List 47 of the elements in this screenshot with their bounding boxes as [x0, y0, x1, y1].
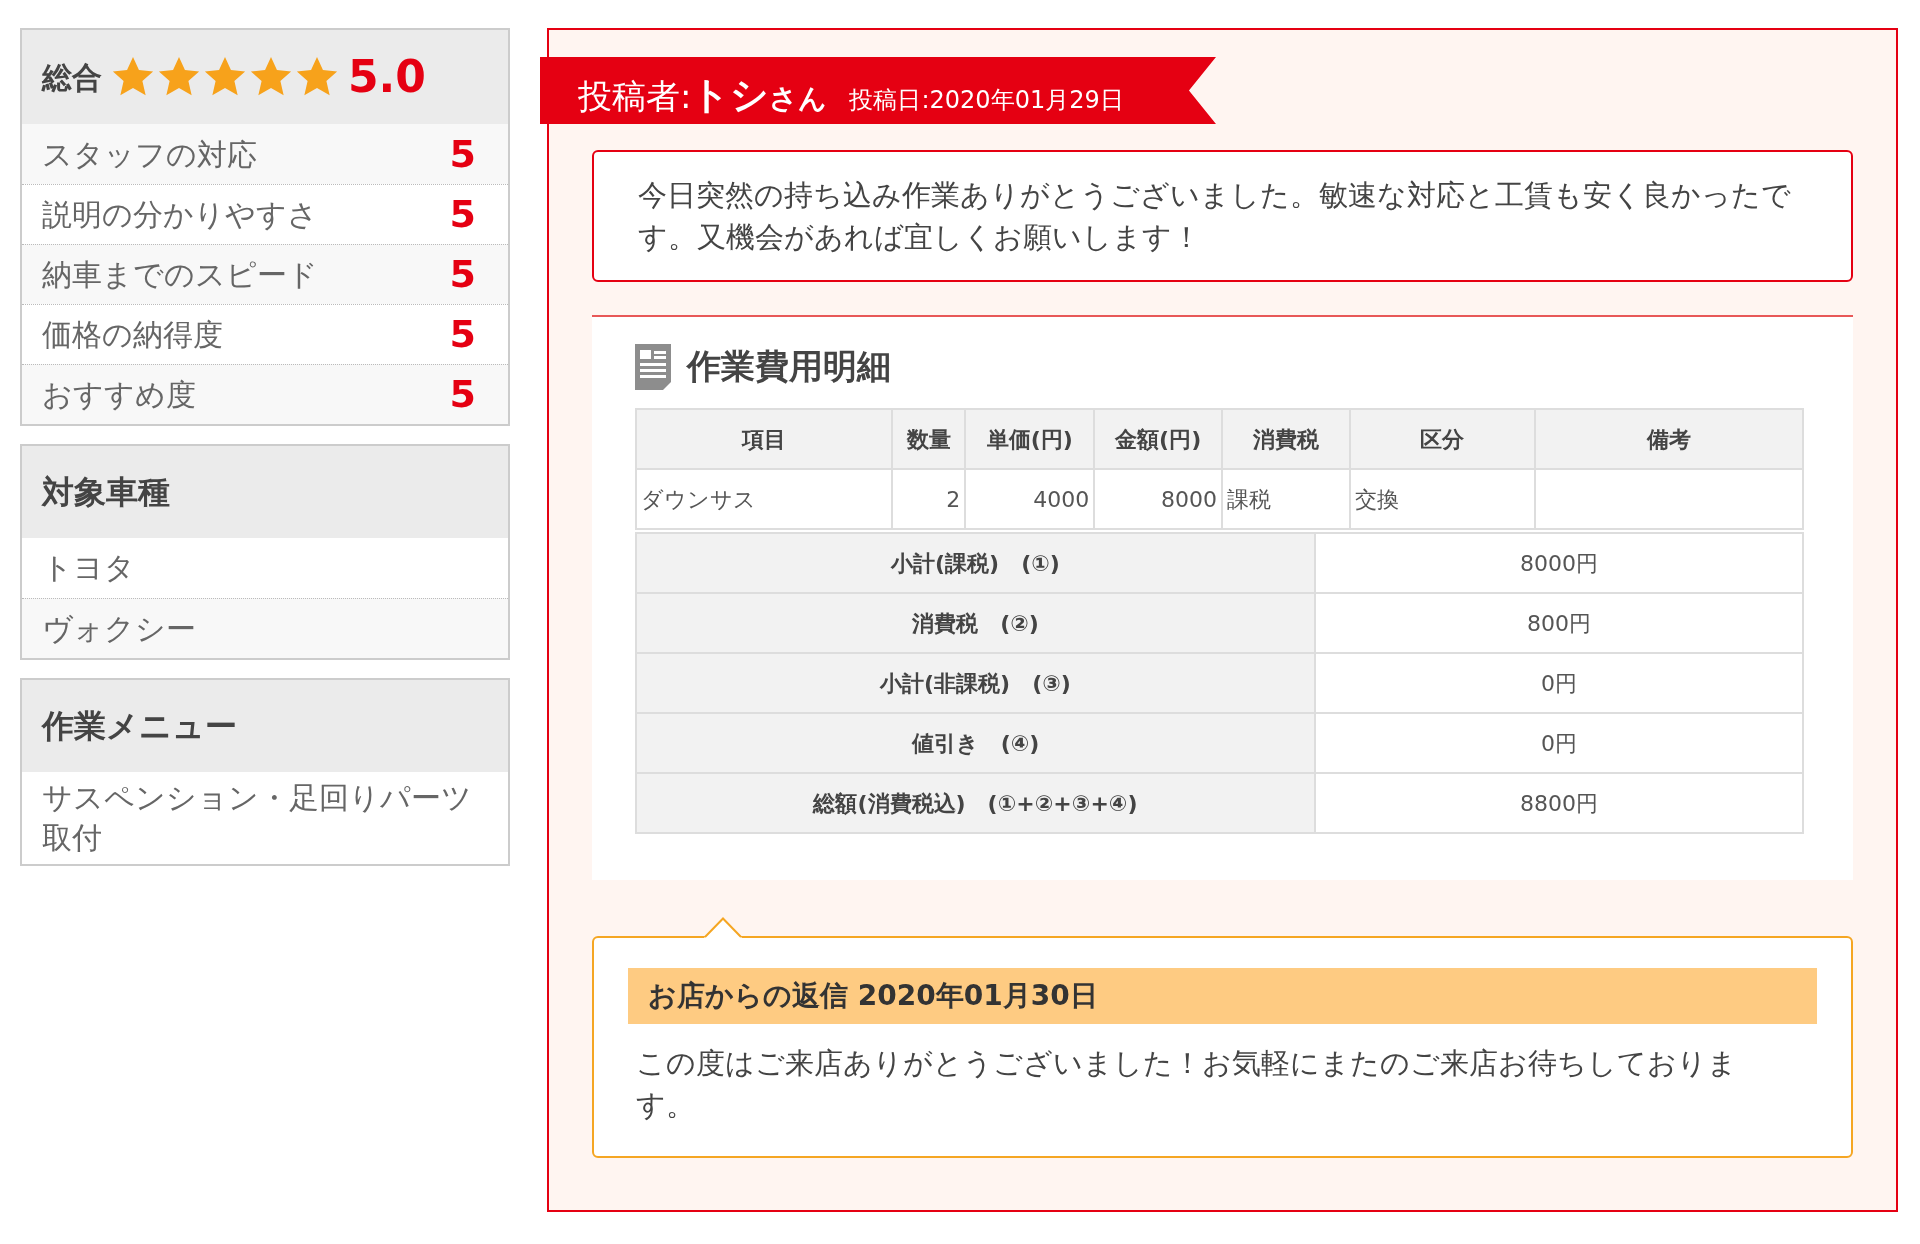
summary-value: 0円: [1315, 713, 1803, 773]
section-title: 作業費用明細: [687, 345, 891, 388]
table-cell: 2: [892, 469, 966, 529]
summary-value: 8000円: [1315, 533, 1803, 593]
column-header: 消費税: [1222, 409, 1350, 469]
rating-value: 5: [449, 191, 477, 238]
summary-label: 小計(課税) (①): [636, 533, 1315, 593]
rating-value: 5: [449, 130, 477, 178]
column-header: 金額(円): [1094, 409, 1223, 469]
rating-label: 説明の分かりやすさ: [42, 196, 318, 234]
summary-label: 値引き (④): [636, 713, 1315, 773]
panel-item: サスペンション・足回りパーツ取付: [42, 779, 473, 857]
post-date: 投稿日:2020年01月29日: [849, 88, 1124, 114]
table-cell: 交換: [1349, 469, 1535, 529]
table-cell: 4000: [965, 469, 1095, 529]
rating-label: おすすめ度: [42, 376, 196, 414]
panel-title: 対象車種: [42, 472, 170, 513]
overall-score: 5.0: [348, 50, 426, 104]
summary-value: 800円: [1315, 593, 1803, 653]
overall-label: 総合: [42, 58, 102, 97]
column-header: 区分: [1349, 409, 1535, 469]
summary-value: 0円: [1315, 653, 1803, 713]
rating-value: 5: [449, 371, 477, 418]
poster-name: 投稿者:トシ さん: [578, 76, 828, 114]
rating-label: 価格の納得度: [42, 316, 223, 354]
reply-text: この度はご来店ありがとうございました！お気軽にまたのご来店お待ちしております。: [635, 1045, 1738, 1124]
column-header: 数量: [892, 409, 966, 469]
summary-value: 8800円: [1315, 773, 1803, 833]
comment-text: 今日突然の持ち込み作業ありがとうございました。敏速な対応と工賃も安く良かったです。又機会があれば宜しくお願いします！: [638, 177, 1791, 256]
table-cell: 8000: [1094, 469, 1223, 529]
summary-label: 小計(非課税) (③): [636, 653, 1315, 713]
column-header: 備考: [1534, 409, 1803, 469]
column-header: 項目: [636, 409, 893, 469]
document-icon: [635, 343, 671, 390]
table-cell: ダウンサス: [636, 469, 893, 529]
column-header: 単価(円): [965, 409, 1095, 469]
rating-value: 5: [449, 311, 477, 358]
rating-label: スタッフの対応: [42, 135, 257, 174]
panel-item: ヴォクシー: [42, 609, 196, 648]
rating-value: 5: [449, 251, 477, 298]
panel-item: トヨタ: [42, 549, 135, 587]
rating-label: 納車までのスピード: [42, 256, 318, 294]
summary-label: 消費税 (②): [636, 593, 1315, 653]
reply-title: お店からの返信 2020年01月30日: [648, 978, 1098, 1014]
panel-title: 作業メニュー: [42, 706, 237, 747]
summary-label: 総額(消費税込) (①+②+③+④): [636, 773, 1315, 833]
table-cell: 課税: [1222, 469, 1350, 529]
